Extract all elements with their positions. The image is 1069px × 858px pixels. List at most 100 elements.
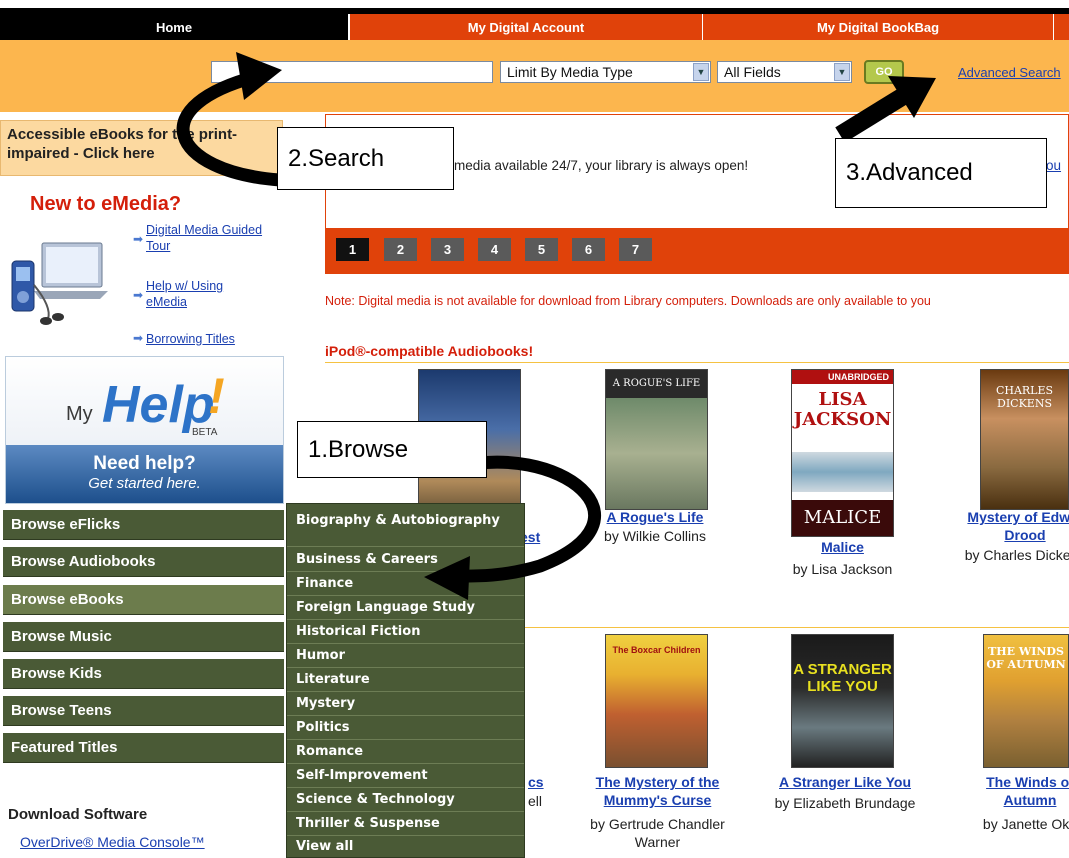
browse-ebooks-button[interactable]: Browse eBooks [3,585,284,615]
menu-item-literature[interactable]: Literature [287,668,524,692]
overdrive-media-console-link[interactable]: OverDrive® Media Console™ [20,834,205,850]
book-cover[interactable]: UNABRIDGED LISA JACKSON MALICE [791,369,894,537]
book-author: by Wilkie Collins [604,528,706,544]
menu-item-view-all[interactable]: View all [287,836,524,857]
menu-item-humor[interactable]: Humor [287,644,524,668]
browse-music-button[interactable]: Browse Music [3,622,284,652]
tab-more[interactable] [1053,14,1069,40]
page-button-1[interactable]: 1 [336,238,369,261]
myhelp-banner[interactable]: My Help ! BETA Need help? Get started he… [5,356,284,504]
cover-title-text: MALICE [792,500,893,536]
book-author: by Lisa Jackson [792,561,893,577]
arrow-right-icon: ➡ [133,331,144,345]
chevron-down-icon[interactable]: ▼ [693,63,709,81]
book-title[interactable]: Mystery of Edwin Drood [950,508,1069,544]
book-cover[interactable]: THE WINDS OF AUTUMN [983,634,1069,768]
menu-item-biography[interactable]: Biography & Autobiography [287,509,524,547]
need-help-text: Need help? [93,453,196,474]
book-cover[interactable]: CHARLES DICKENS [980,369,1069,510]
media-type-value: Limit By Media Type [507,64,633,80]
arrow-right-icon: ➡ [133,288,144,302]
menu-item-business[interactable]: Business & Careers [287,548,524,572]
browse-ebooks-menu: Biography & Autobiography Business & Car… [286,503,525,858]
accessible-ebooks-box[interactable]: Accessible eBooks for the print-impaired… [0,120,283,176]
laptop-mp3-illustration [11,242,108,325]
menu-item-politics[interactable]: Politics [287,716,524,740]
book-title[interactable]: Malice [770,538,915,556]
book-cover[interactable]: A STRANGER LIKE YOU [791,634,894,768]
cover-title-text: THE WINDS OF AUTUMN [986,645,1066,671]
book-title[interactable]: cs [528,773,558,791]
menu-item-finance[interactable]: Finance [287,572,524,596]
section-divider [325,362,1069,363]
cover-pub-text: UNABRIDGED [792,370,893,384]
myhelp-exclaim: ! [208,368,225,424]
section-title: iPod®-compatible Audiobooks! [325,343,534,359]
book-title[interactable]: A Stranger Like You [760,773,930,791]
cover-title-text: CHARLES DICKENS [995,384,1054,410]
book-cover[interactable]: A ROGUE'S LIFE [605,369,708,510]
menu-item-self-improvement[interactable]: Self-Improvement [287,764,524,788]
page-button-2[interactable]: 2 [384,238,417,261]
book-title[interactable]: The Mystery of the Mummy's Curse [570,773,745,809]
banner-text: media available 24/7, your library is al… [454,158,749,173]
tab-my-digital-bookbag[interactable]: My Digital BookBag [702,14,1053,40]
search-input[interactable] [211,61,493,83]
menu-item-romance[interactable]: Romance [287,740,524,764]
book-author: by Janette Oke [982,816,1069,832]
arrow-right-icon: ➡ [133,232,144,246]
myhelp-logo: My Help ! BETA [6,357,283,445]
book-author: by Charles Dickens [964,547,1069,563]
new-to-emedia-heading: New to eMedia? [30,193,182,215]
browse-teens-button[interactable]: Browse Teens [3,696,284,726]
top-nav: Home My Digital Account My Digital BookB… [0,0,1069,40]
myhelp-help: Help [102,376,215,434]
menu-item-thriller[interactable]: Thriller & Suspense [287,812,524,836]
fields-value: All Fields [724,64,781,80]
borrowing-titles-link[interactable]: Borrowing Titles [146,331,235,347]
advanced-search-link[interactable]: Advanced Search [958,65,1061,80]
book-cover[interactable]: The Boxcar Children [605,634,708,768]
go-button[interactable]: GO [864,60,904,84]
help-using-emedia-link[interactable]: Help w/ Using eMedia [146,278,256,310]
myhelp-cta: Need help? Get started here. [6,445,283,503]
menu-item-mystery[interactable]: Mystery [287,692,524,716]
browse-audiobooks-button[interactable]: Browse Audiobooks [3,547,284,577]
page-button-4[interactable]: 4 [478,238,511,261]
book-author: by Gertrude Chandler Warner [590,816,725,850]
book-author: by Elizabeth Brundage [774,795,916,811]
cover-title-text: The Boxcar Children [612,645,701,655]
get-started-text: Get started here. [88,475,201,492]
tab-my-digital-account[interactable]: My Digital Account [349,14,702,40]
banner-pager: 1 2 3 4 5 6 7 [326,228,1068,273]
download-software-heading: Download Software [8,806,148,823]
book-title[interactable]: The Winds of Autumn [960,773,1069,809]
fields-select[interactable]: All Fields ▼ [717,61,852,83]
tab-home[interactable]: Home [0,14,348,40]
page-button-3[interactable]: 3 [431,238,464,261]
featured-titles-button[interactable]: Featured Titles [3,733,284,763]
cover-author-text: LISA JACKSON [793,389,892,430]
page-button-5[interactable]: 5 [525,238,558,261]
page-button-7[interactable]: 7 [619,238,652,261]
browse-kids-button[interactable]: Browse Kids [3,659,284,689]
menu-item-foreign-language[interactable]: Foreign Language Study [287,596,524,620]
download-note: Note: Digital media is not available for… [325,294,931,308]
myhelp-beta: BETA [192,427,218,438]
browse-callout: 1.Browse [297,421,487,478]
media-type-select[interactable]: Limit By Media Type ▼ [500,61,711,83]
browse-eflicks-button[interactable]: Browse eFlicks [3,510,284,540]
chevron-down-icon[interactable]: ▼ [834,63,850,81]
book-author: ell [528,793,543,809]
menu-item-historical-fiction[interactable]: Historical Fiction [287,620,524,644]
myhelp-my: My [66,403,93,425]
advanced-callout: 3.Advanced [835,138,1047,208]
banner-link[interactable]: ou [1046,158,1061,173]
book-title[interactable]: A Rogue's Life [570,508,740,526]
page-button-6[interactable]: 6 [572,238,605,261]
cover-title-text: A STRANGER LIKE YOU [793,661,892,695]
menu-item-science-technology[interactable]: Science & Technology [287,788,524,812]
search-bar: Limit By Media Type ▼ All Fields ▼ GO Ad… [0,40,1069,112]
guided-tour-link[interactable]: Digital Media Guided Tour [146,222,286,254]
cover-title-text: A ROGUE'S LIFE [612,378,701,389]
